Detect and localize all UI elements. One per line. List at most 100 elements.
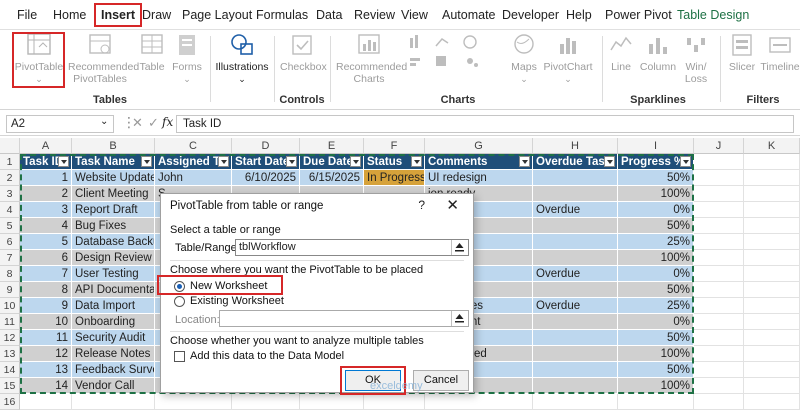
table-cell[interactable]: 5 xyxy=(20,234,72,250)
table-cell[interactable]: 1 xyxy=(20,170,72,186)
table-cell[interactable]: 4 xyxy=(20,218,72,234)
winloss-sparkline-button[interactable]: Win/Loss xyxy=(680,32,712,85)
tab-table-design[interactable]: Table Design xyxy=(677,0,749,30)
table-cell[interactable]: Report Draft xyxy=(72,202,155,218)
column-header-g[interactable]: G xyxy=(425,138,533,154)
table-cell[interactable]: Overdue xyxy=(533,202,618,218)
table-header-cell[interactable]: Comments xyxy=(425,154,533,170)
empty-cell[interactable] xyxy=(694,378,744,394)
tab-review[interactable]: Review xyxy=(354,0,395,30)
empty-cell[interactable] xyxy=(744,282,800,298)
table-cell[interactable]: 25% xyxy=(618,234,694,250)
table-cell[interactable]: Overdue xyxy=(533,298,618,314)
table-cell[interactable]: Design Review xyxy=(72,250,155,266)
table-cell[interactable]: UI redesign xyxy=(425,170,533,186)
row-header-16[interactable]: 16 xyxy=(0,394,20,410)
row-header-2[interactable]: 2 xyxy=(0,170,20,186)
table-cell[interactable]: 0% xyxy=(618,266,694,282)
column-header-f[interactable]: F xyxy=(364,138,425,154)
table-cell[interactable] xyxy=(533,250,618,266)
table-cell[interactable]: 100% xyxy=(618,186,694,202)
collapse-range-icon[interactable] xyxy=(451,240,467,255)
empty-cell[interactable] xyxy=(618,394,694,410)
tab-view[interactable]: View xyxy=(401,0,428,30)
column-header-b[interactable]: B xyxy=(72,138,155,154)
table-cell[interactable]: 50% xyxy=(618,362,694,378)
close-icon[interactable]: ✕ xyxy=(446,196,459,214)
table-header-cell[interactable]: Overdue Task xyxy=(533,154,618,170)
pivotchart-button[interactable]: PivotChart ⌄ xyxy=(540,32,596,85)
row-header-14[interactable]: 14 xyxy=(0,362,20,378)
collapse-location-icon[interactable] xyxy=(451,311,467,326)
table-cell[interactable]: 25% xyxy=(618,298,694,314)
line-sparkline-button[interactable]: Line xyxy=(606,32,636,73)
filter-dropdown-icon[interactable] xyxy=(141,156,152,167)
table-header-cell[interactable]: Due Date xyxy=(300,154,364,170)
tab-developer[interactable]: Developer xyxy=(502,0,559,30)
row-header-6[interactable]: 6 xyxy=(0,234,20,250)
tab-help[interactable]: Help xyxy=(566,0,592,30)
tab-power-pivot[interactable]: Power Pivot xyxy=(605,0,672,30)
tab-draw[interactable]: Draw xyxy=(142,0,171,30)
empty-cell[interactable] xyxy=(744,154,800,170)
name-box[interactable]: A2 xyxy=(6,115,114,133)
filter-dropdown-icon[interactable] xyxy=(519,156,530,167)
empty-cell[interactable] xyxy=(744,170,800,186)
tab-page-layout[interactable]: Page Layout xyxy=(182,0,252,30)
table-range-input[interactable]: tblWorkflow xyxy=(235,239,469,256)
table-button[interactable]: Table xyxy=(136,32,168,73)
empty-cell[interactable] xyxy=(744,186,800,202)
empty-cell[interactable] xyxy=(744,250,800,266)
empty-cell[interactable] xyxy=(694,394,744,410)
column-header-i[interactable]: I xyxy=(618,138,694,154)
tab-file[interactable]: File xyxy=(17,0,37,30)
row-header-15[interactable]: 15 xyxy=(0,378,20,394)
table-cell[interactable]: Vendor Call xyxy=(72,378,155,394)
empty-cell[interactable] xyxy=(533,394,618,410)
table-cell[interactable]: 50% xyxy=(618,330,694,346)
column-header-j[interactable]: J xyxy=(694,138,744,154)
empty-cell[interactable] xyxy=(744,330,800,346)
filter-dropdown-icon[interactable] xyxy=(604,156,615,167)
chevron-down-icon[interactable]: ⌄ xyxy=(100,116,108,127)
table-cell[interactable]: 100% xyxy=(618,250,694,266)
table-cell[interactable]: 13 xyxy=(20,362,72,378)
table-cell[interactable]: Database Backu xyxy=(72,234,155,250)
table-cell[interactable]: 11 xyxy=(20,330,72,346)
filter-dropdown-icon[interactable] xyxy=(286,156,297,167)
table-cell[interactable]: 100% xyxy=(618,378,694,394)
table-cell[interactable]: Data Import xyxy=(72,298,155,314)
empty-cell[interactable] xyxy=(744,378,800,394)
empty-cell[interactable] xyxy=(300,394,364,410)
row-header-1[interactable]: 1 xyxy=(0,154,20,170)
filter-dropdown-icon[interactable] xyxy=(218,156,229,167)
empty-cell[interactable] xyxy=(744,314,800,330)
row-header-8[interactable]: 8 xyxy=(0,266,20,282)
table-cell[interactable]: 9 xyxy=(20,298,72,314)
empty-cell[interactable] xyxy=(694,202,744,218)
table-cell[interactable]: API Documentation xyxy=(72,282,155,298)
slicer-button[interactable]: Slicer xyxy=(724,32,760,73)
empty-cell[interactable] xyxy=(694,186,744,202)
table-cell[interactable]: Onboarding xyxy=(72,314,155,330)
column-sparkline-button[interactable]: Column xyxy=(638,32,678,73)
table-cell[interactable]: Security Audit xyxy=(72,330,155,346)
table-cell[interactable] xyxy=(533,314,618,330)
forms-button[interactable]: Forms ⌄ xyxy=(170,32,204,85)
empty-cell[interactable] xyxy=(744,394,800,410)
tab-formulas[interactable]: Formulas xyxy=(256,0,308,30)
row-header-9[interactable]: 9 xyxy=(0,282,20,298)
row-header-3[interactable]: 3 xyxy=(0,186,20,202)
empty-cell[interactable] xyxy=(744,362,800,378)
table-cell[interactable]: John xyxy=(155,170,232,186)
table-cell[interactable]: 8 xyxy=(20,282,72,298)
column-header-e[interactable]: E xyxy=(300,138,364,154)
empty-cell[interactable] xyxy=(694,298,744,314)
empty-cell[interactable] xyxy=(694,266,744,282)
table-cell[interactable]: User Testing xyxy=(72,266,155,282)
empty-cell[interactable] xyxy=(744,266,800,282)
table-header-cell[interactable]: Progress % xyxy=(618,154,694,170)
illustrations-button[interactable]: Illustrations ⌄ xyxy=(214,32,270,85)
table-cell[interactable] xyxy=(533,218,618,234)
row-header-13[interactable]: 13 xyxy=(0,346,20,362)
